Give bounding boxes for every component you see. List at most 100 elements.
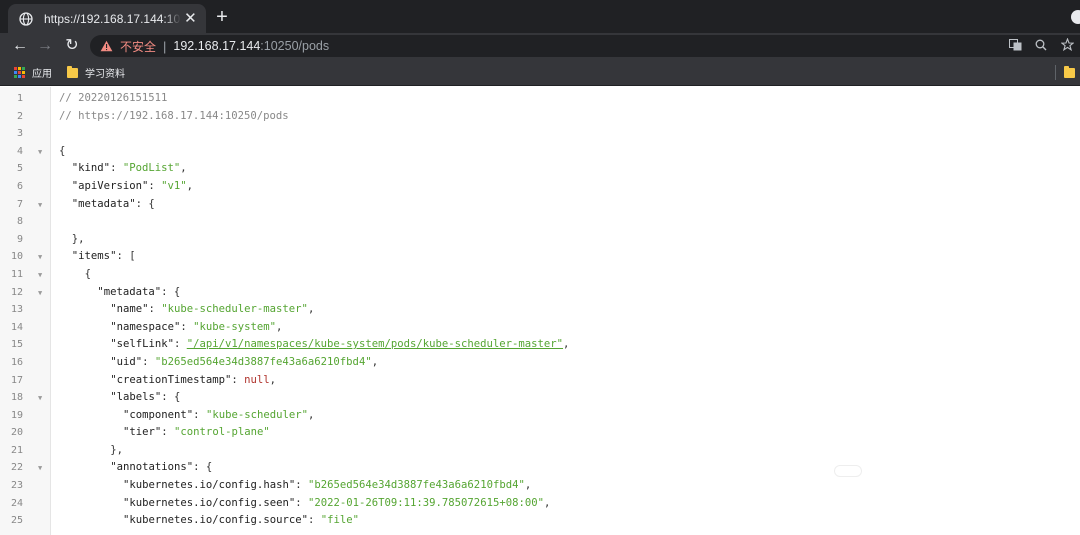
fold-toggle-icon[interactable]: ▼ xyxy=(38,460,42,478)
json-token-key: "labels" xyxy=(110,391,162,404)
json-token-key: "tier" xyxy=(123,426,162,439)
json-token-key: "apiVersion" xyxy=(71,179,149,192)
line-number: 7 xyxy=(16,198,23,210)
code-line: 22 ▼ "annotations": { xyxy=(0,459,1080,477)
json-token-punct: , xyxy=(276,320,283,333)
line-number: 25 xyxy=(10,515,23,527)
code-line: 21}, xyxy=(0,442,1080,460)
bookmarks-divider xyxy=(1055,65,1056,80)
json-token-key: "component" xyxy=(123,408,194,421)
bookmark-apps[interactable]: 应用 xyxy=(14,65,52,80)
code-line: 9}, xyxy=(0,231,1080,249)
address-bar[interactable]: 不安全 | 192.168.17.144:10250/pods xyxy=(90,35,1080,57)
line-number: 18 xyxy=(10,392,23,404)
profile-icon[interactable] xyxy=(1071,10,1080,24)
translate-icon[interactable] xyxy=(1002,38,1028,54)
json-token-str: "kube-scheduler" xyxy=(205,408,308,421)
self-link[interactable]: "/api/v1/namespaces/kube-system/pods/kub… xyxy=(187,338,563,350)
code-line: 5 "kind": "PodList", xyxy=(0,160,1080,178)
globe-icon xyxy=(18,11,34,27)
json-token-key: "kubernetes.io/config.hash" xyxy=(123,479,296,492)
json-token-punct: , xyxy=(563,338,570,351)
json-token-str: "b265ed564e34d3887fe43a6a6210fbd4" xyxy=(154,355,372,368)
code-line: 18 ▼ "labels": { xyxy=(0,389,1080,407)
fold-toggle-icon[interactable]: ▼ xyxy=(38,267,42,285)
json-token-punct: : { xyxy=(193,461,213,474)
json-token-str: "control-plane" xyxy=(174,426,270,439)
json-token-punct: : xyxy=(295,479,308,492)
code-text: "kubernetes.io/config.hash": "b265ed564e… xyxy=(123,477,531,495)
url-host: 192.168.17.144 xyxy=(173,39,261,53)
bookmark-star-icon[interactable] xyxy=(1054,37,1080,54)
line-number: 20 xyxy=(10,427,23,439)
fold-toggle-icon[interactable]: ▼ xyxy=(38,390,42,408)
code-line: 6 "apiVersion": "v1", xyxy=(0,178,1080,196)
code-line: 24 "kubernetes.io/config.seen": "2022-01-… xyxy=(0,495,1080,513)
json-viewer: 1 // 20220126151511 2 // https://192.168.17… xyxy=(0,87,1080,535)
code-line: 3 xyxy=(0,125,1080,143)
line-number: 2 xyxy=(16,110,23,122)
json-token-punct: : xyxy=(148,303,162,316)
code-line: 14 "namespace": "kube-system", xyxy=(0,319,1080,337)
json-token-comment: // 20220126151511 xyxy=(59,92,168,104)
fold-toggle-icon[interactable]: ▼ xyxy=(38,197,42,215)
code-text: "labels": { xyxy=(110,389,180,407)
line-number: 24 xyxy=(10,497,23,509)
code-text: { xyxy=(59,143,65,161)
json-token-punct: : xyxy=(180,320,194,333)
close-tab-icon[interactable]: ✕ xyxy=(183,10,198,27)
code-text: "kubernetes.io/config.source": "file" xyxy=(123,512,359,530)
json-token-punct: }, xyxy=(110,443,123,456)
json-token-punct: { xyxy=(59,144,66,157)
code-text: "tier": "control-plane" xyxy=(123,424,270,442)
security-status[interactable]: 不安全 xyxy=(120,38,156,55)
folder-icon xyxy=(67,65,78,78)
tab-strip: https://192.168.17.144:10250/pods ✕ + xyxy=(0,0,1080,33)
zoom-icon[interactable] xyxy=(1028,39,1054,54)
line-number: 6 xyxy=(16,180,23,192)
other-bookmarks[interactable] xyxy=(1064,65,1075,80)
bookmark-label: 应用 xyxy=(32,69,52,80)
code-text: "selfLink": "/api/v1/namespaces/kube-sys… xyxy=(110,336,569,354)
folder-icon xyxy=(1064,65,1075,78)
fold-toggle-icon[interactable]: ▼ xyxy=(38,144,42,162)
code-text: "component": "kube-scheduler", xyxy=(123,407,314,425)
code-line: 16 "uid": "b265ed564e34d3887fe43a6a6210fb… xyxy=(0,354,1080,372)
line-number: 17 xyxy=(10,374,23,386)
json-token-punct: : xyxy=(161,426,175,439)
omnibox-separator: | xyxy=(163,38,167,54)
json-token-punct: : { xyxy=(161,285,181,298)
fold-toggle-icon[interactable]: ▼ xyxy=(38,285,42,303)
json-token-punct: : xyxy=(173,338,187,351)
json-token-punct: , xyxy=(524,479,532,492)
json-token-punct: , xyxy=(180,162,187,175)
json-token-punct: , xyxy=(307,303,315,316)
code-line: 17 "creationTimestamp": null, xyxy=(0,372,1080,390)
json-token-key: "name" xyxy=(110,303,149,316)
json-token-punct: : xyxy=(142,355,155,368)
json-token-str: "v1" xyxy=(161,179,187,192)
line-number: 22 xyxy=(10,462,23,474)
browser-tab[interactable]: https://192.168.17.144:10250/pods ✕ xyxy=(8,4,206,33)
json-token-key: "metadata" xyxy=(97,285,162,298)
line-number: 11 xyxy=(10,268,23,280)
json-token-key: "uid" xyxy=(110,355,143,368)
json-token-punct: , xyxy=(269,373,277,386)
line-number: 8 xyxy=(16,216,23,228)
bookmarks-bar: 应用 学习资料 xyxy=(0,59,1080,86)
reload-button[interactable]: ↻ xyxy=(62,36,82,56)
code-text: // https://192.168.17.144:10250/pods xyxy=(59,108,289,126)
warning-icon[interactable] xyxy=(100,39,114,53)
forward-button[interactable]: → xyxy=(35,36,55,56)
new-tab-button[interactable]: + xyxy=(212,7,232,27)
json-token-str: "file" xyxy=(320,514,360,527)
line-number: 23 xyxy=(10,480,23,492)
fold-toggle-icon[interactable]: ▼ xyxy=(38,249,42,267)
json-token-key: "metadata" xyxy=(71,197,136,210)
bookmark-folder-study[interactable]: 学习资料 xyxy=(67,65,125,80)
json-token-punct: : xyxy=(148,179,162,192)
json-token-punct: : { xyxy=(135,197,155,210)
code-line: 19 "component": "kube-scheduler", xyxy=(0,407,1080,425)
json-token-str: "b265ed564e34d3887fe43a6a6210fbd4" xyxy=(307,479,525,492)
back-button[interactable]: ← xyxy=(10,36,30,56)
